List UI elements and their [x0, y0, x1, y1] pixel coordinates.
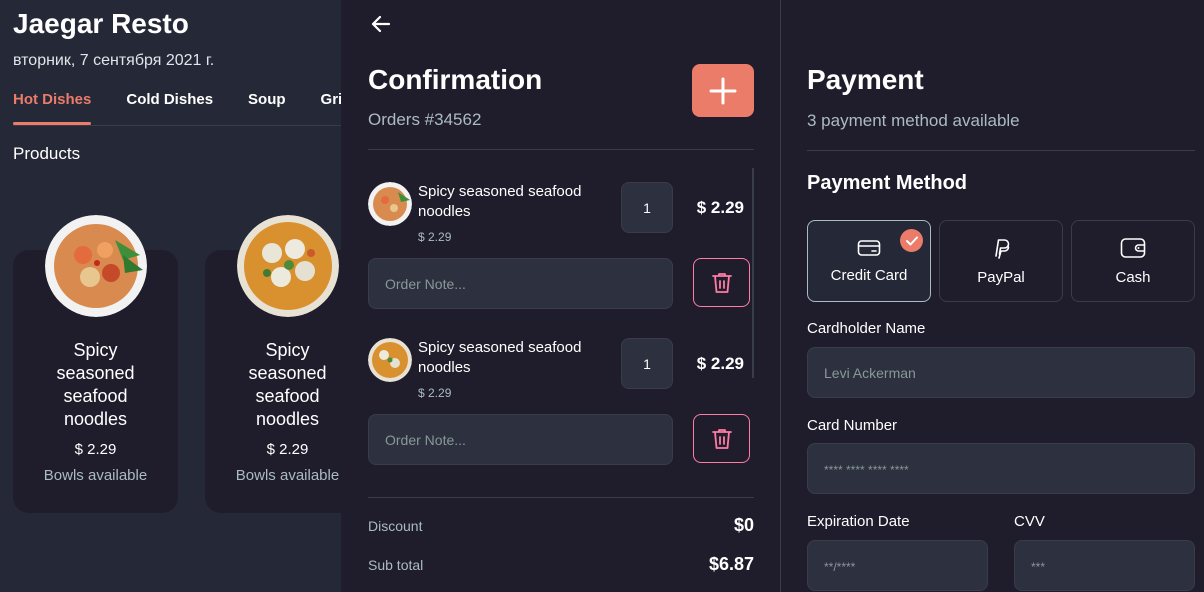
arrow-left-icon[interactable]: [369, 12, 393, 43]
payment-method-heading: Payment Method: [807, 172, 968, 194]
cardholder-label: Cardholder Name: [807, 320, 926, 337]
cvv-input[interactable]: [1014, 540, 1195, 591]
order-number: Orders #34562: [368, 110, 482, 129]
paypal-icon: [995, 238, 1010, 259]
expiration-label: Expiration Date: [807, 513, 910, 530]
item-total: $ 2.29: [696, 354, 744, 373]
expiration-date-input[interactable]: [807, 540, 988, 591]
item-price: $ 2.29: [418, 386, 452, 400]
cardholder-name-input[interactable]: [807, 347, 1195, 398]
brand-title: Jaegar Resto: [13, 8, 189, 39]
quantity-field[interactable]: 1: [621, 182, 673, 233]
discount-row: Discount $0: [368, 515, 754, 536]
delete-item-button[interactable]: [693, 258, 750, 307]
order-note-input[interactable]: [368, 258, 673, 309]
cash-option[interactable]: Cash: [1071, 220, 1195, 302]
dish-thumbnail: [368, 182, 412, 226]
product-availability: Bowls available: [235, 467, 340, 484]
product-name: Spicy seasoned seafood noodles: [248, 340, 327, 429]
subtotal-value: $6.87: [708, 554, 754, 574]
credit-card-option[interactable]: Credit Card: [807, 220, 931, 302]
wallet-icon: [1120, 237, 1146, 258]
product-price: $ 2.29: [74, 441, 117, 458]
method-label: Credit Card: [830, 266, 908, 284]
confirmation-title: Confirmation: [368, 64, 543, 95]
item-total: $ 2.29: [696, 198, 744, 217]
tab-hot-dishes[interactable]: Hot Dishes: [13, 91, 92, 125]
card-number-label: Card Number: [807, 417, 898, 434]
discount-label: Discount: [368, 517, 423, 534]
item-price: $ 2.29: [418, 230, 452, 244]
divider: [368, 497, 754, 498]
add-item-button[interactable]: [692, 64, 754, 117]
paypal-option[interactable]: PayPal: [939, 220, 1063, 302]
product-price: $ 2.29: [266, 441, 309, 458]
method-label: PayPal: [977, 268, 1025, 286]
payment-method-options: Credit Card PayPal Cash: [807, 220, 1195, 302]
menu-panel: Jaegar Resto вторник, 7 сентября 2021 г.…: [0, 0, 341, 592]
trash-icon: [711, 428, 732, 449]
product-name: Spicy seasoned seafood noodles: [56, 340, 135, 429]
item-name: Spicy seasoned seafood noodles: [418, 339, 582, 376]
tab-cold-dishes[interactable]: Cold Dishes: [126, 91, 213, 108]
payment-title: Payment: [807, 64, 924, 95]
product-card[interactable]: Spicy seasoned seafood noodles $ 2.29 Bo…: [205, 215, 341, 513]
payment-panel: Payment 3 payment method available Payme…: [782, 0, 1204, 592]
tabs-divider: [13, 125, 341, 126]
item-name: Spicy seasoned seafood noodles: [418, 183, 582, 220]
product-card[interactable]: Spicy seasoned seafood noodles $ 2.29 Bo…: [13, 215, 178, 513]
dish-image: [237, 215, 339, 317]
divider: [807, 150, 1195, 151]
card-number-input[interactable]: [807, 443, 1195, 494]
subtotal-label: Sub total: [368, 556, 424, 573]
confirmation-panel: Confirmation Orders #34562 Spicy seasone…: [341, 0, 781, 592]
payment-subtitle: 3 payment method available: [807, 111, 1020, 130]
dish-image: [45, 215, 147, 317]
products-heading: Products: [13, 144, 81, 163]
category-tabs: Hot Dishes Cold Dishes Soup Grill: [13, 91, 341, 125]
tab-soup[interactable]: Soup: [248, 91, 286, 108]
discount-value: $0: [733, 515, 754, 535]
subtotal-row: Sub total $6.87: [368, 554, 754, 575]
order-list-scrollbar[interactable]: [752, 168, 754, 378]
method-label: Cash: [1115, 268, 1151, 286]
product-availability: Bowls available: [43, 467, 148, 484]
trash-icon: [711, 272, 732, 293]
order-note-input[interactable]: [368, 414, 673, 465]
plus-icon: [709, 77, 737, 104]
divider: [368, 149, 754, 150]
current-date: вторник, 7 сентября 2021 г.: [13, 52, 215, 69]
quantity-field[interactable]: 1: [621, 338, 673, 389]
tab-grill[interactable]: Grill: [321, 91, 341, 108]
delete-item-button[interactable]: [693, 414, 750, 463]
dish-thumbnail: [368, 338, 412, 382]
credit-card-icon: [857, 239, 881, 256]
check-icon: [900, 229, 923, 252]
cvv-label: CVV: [1014, 513, 1045, 530]
